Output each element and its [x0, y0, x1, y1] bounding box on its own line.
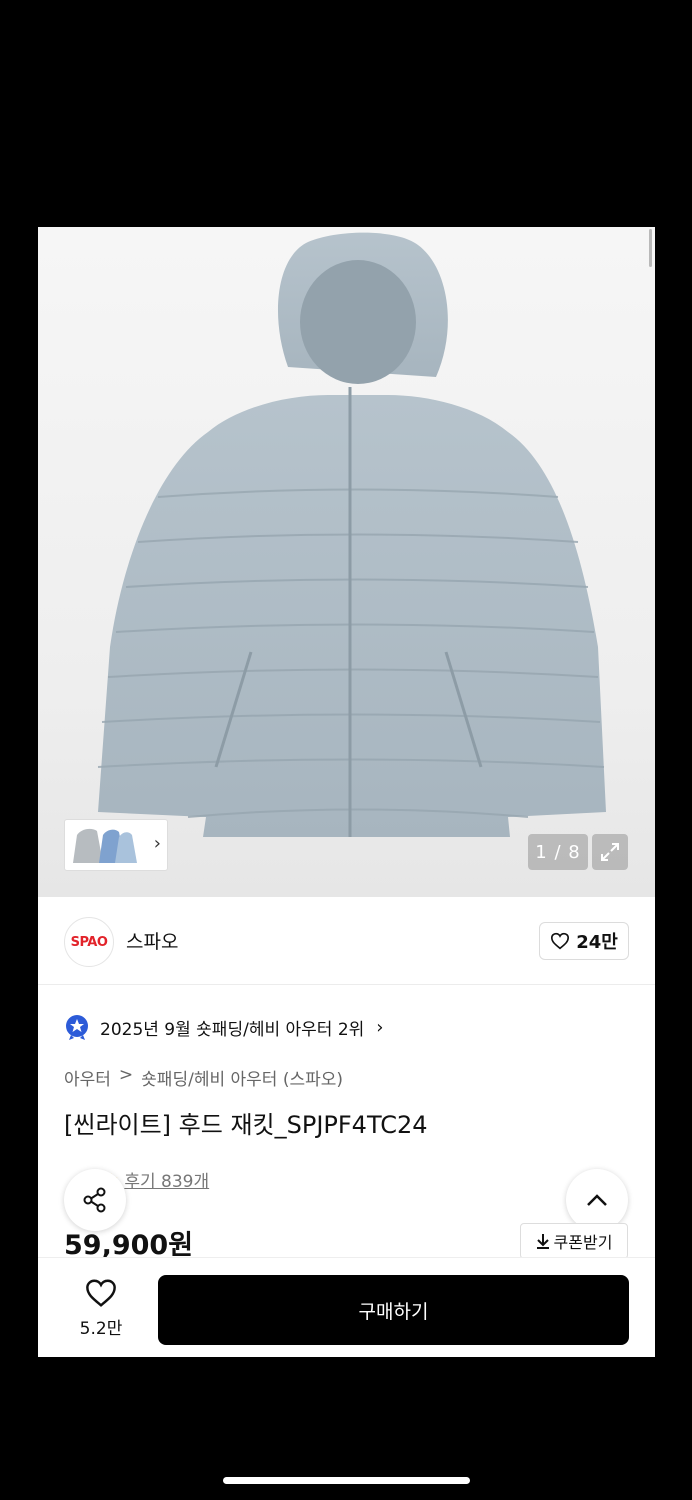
- product-title: [씬라이트] 후드 재킷_SPJPF4TC24: [64, 1111, 428, 1139]
- review-count[interactable]: 후기 839개: [124, 1167, 209, 1192]
- expand-button[interactable]: [592, 834, 628, 870]
- wishlist-count: 5.2만: [79, 1319, 123, 1339]
- color-thumbnails[interactable]: ›: [64, 819, 168, 871]
- buy-button[interactable]: 구매하기: [158, 1275, 629, 1345]
- brand-logo[interactable]: SPAO: [64, 917, 114, 967]
- ranking-text: 2025년 9월 숏패딩/헤비 아우터 2위: [100, 1019, 365, 1040]
- color-swatch-thumbnails: [73, 828, 137, 863]
- brand-like-button[interactable]: 24만: [539, 922, 629, 960]
- share-button[interactable]: [64, 1169, 126, 1231]
- breadcrumb: 아우터 > 숏패딩/헤비 아우터 (스파오): [64, 1065, 343, 1090]
- chevron-right-icon: ›: [376, 1016, 384, 1038]
- scroll-top-button[interactable]: [566, 1169, 628, 1231]
- coupon-button[interactable]: 쿠폰받기: [520, 1223, 628, 1259]
- product-image: [97, 232, 606, 837]
- heart-icon: [551, 932, 570, 950]
- app-screen: › 1 / 8 SPAO 스파오 24만 2025년 9월 숏패딩/헤비 아우터…: [38, 227, 655, 1357]
- scrollbar[interactable]: [649, 229, 652, 267]
- brand-like-count: 24만: [576, 932, 618, 953]
- chevron-up-icon: [587, 1194, 607, 1206]
- coupon-label: 쿠폰받기: [553, 1233, 613, 1252]
- expand-icon: [601, 843, 619, 861]
- download-icon: [536, 1234, 549, 1249]
- chevron-right-icon: ›: [153, 833, 161, 854]
- medal-icon: [66, 1015, 88, 1040]
- breadcrumb-item[interactable]: 아우터: [64, 1065, 111, 1090]
- product-image-gallery[interactable]: › 1 / 8: [38, 227, 655, 897]
- heart-icon: [86, 1279, 116, 1307]
- bottom-action-bar: 5.2만 구매하기: [38, 1257, 655, 1357]
- wishlist-button[interactable]: 5.2만: [68, 1278, 134, 1339]
- image-counter: 1 / 8: [528, 834, 588, 870]
- breadcrumb-item[interactable]: 숏패딩/헤비 아우터 (스파오): [141, 1065, 343, 1090]
- home-indicator[interactable]: [223, 1477, 470, 1484]
- brand-name[interactable]: 스파오: [126, 927, 178, 954]
- ranking-link[interactable]: 2025년 9월 숏패딩/헤비 아우터 2위 ›: [64, 1013, 383, 1041]
- share-icon: [83, 1187, 106, 1213]
- breadcrumb-separator: >: [118, 1065, 134, 1085]
- brand-row: SPAO 스파오 24만: [38, 897, 655, 985]
